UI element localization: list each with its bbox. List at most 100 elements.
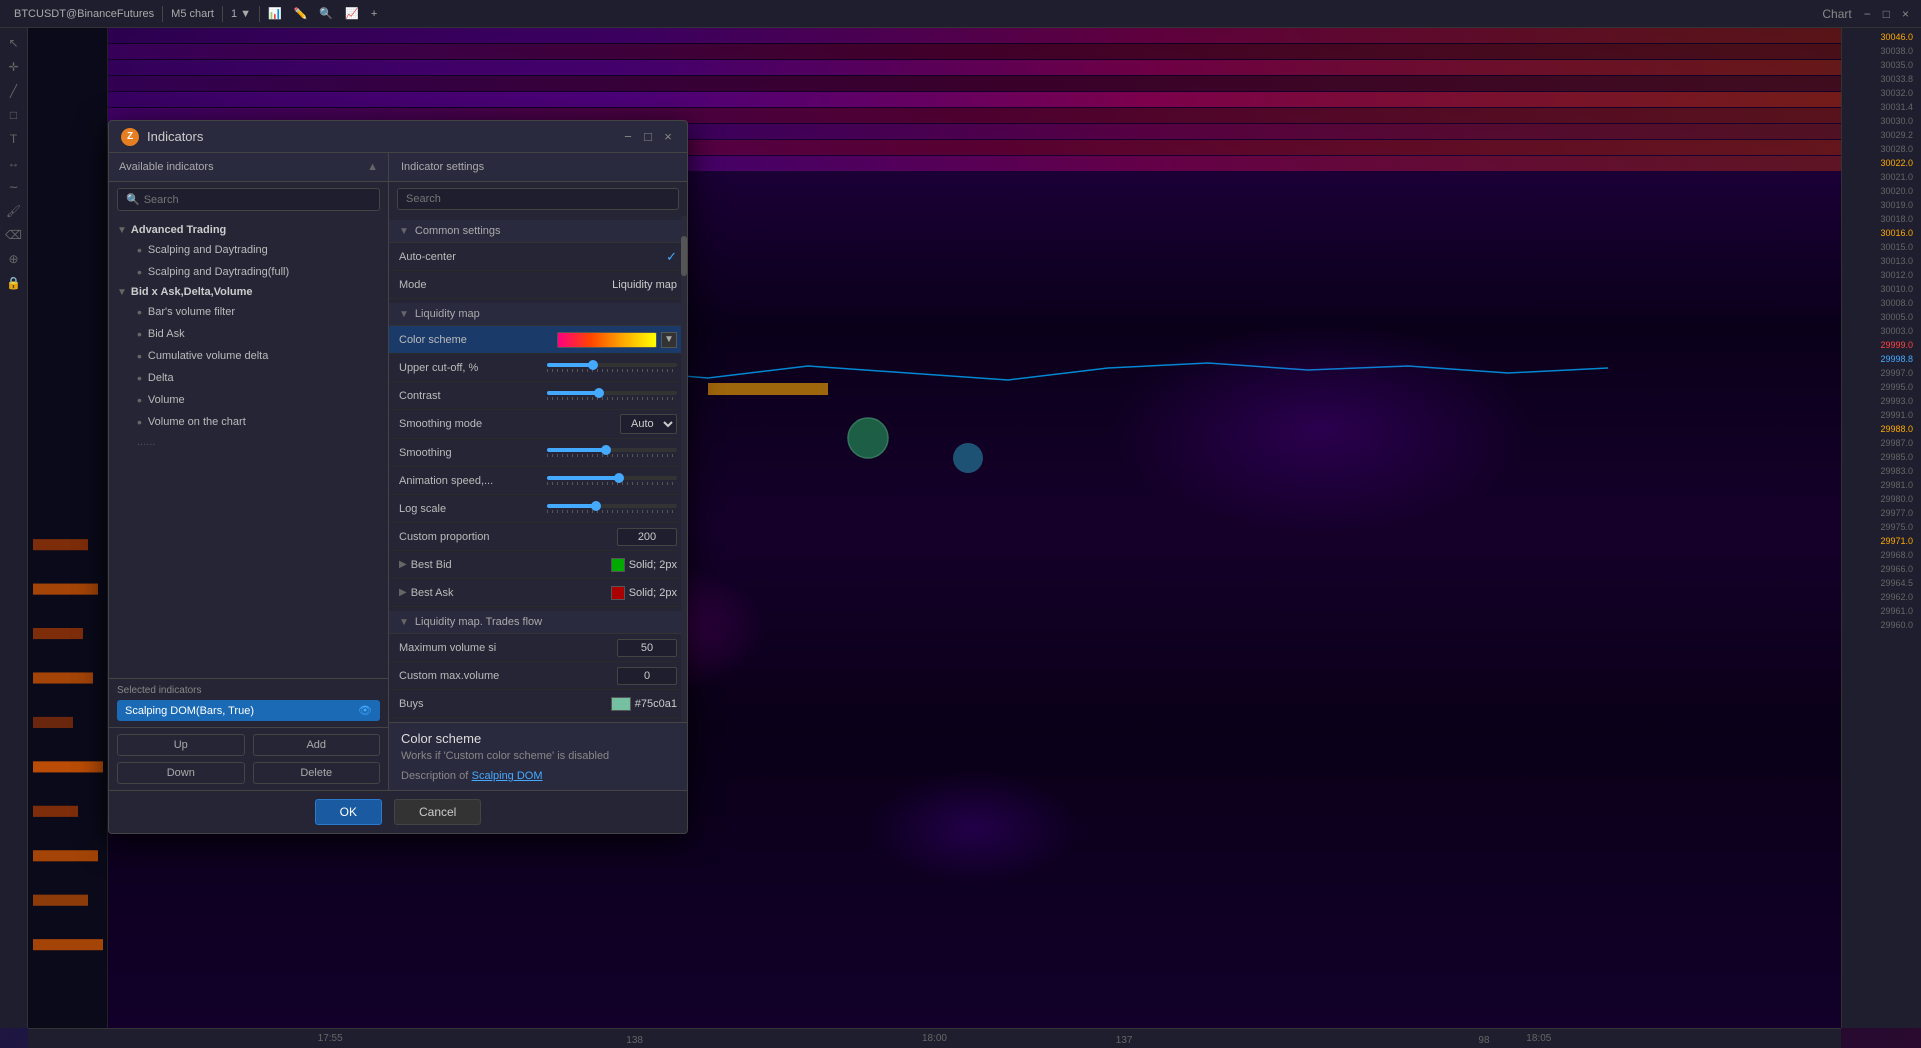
indicator-name: Scalping and Daytrading(full) (148, 266, 289, 278)
log-scale-slider[interactable] (547, 504, 677, 513)
slider-thumb[interactable] (588, 360, 598, 370)
selected-indicators-label: Selected indicators (117, 685, 380, 696)
upper-cutoff-value[interactable] (547, 363, 677, 372)
color-scheme-row[interactable]: Color scheme ▼ (389, 326, 687, 354)
dot-icon: • (137, 264, 142, 280)
indicator-bars-volume-filter[interactable]: • Bar's volume filter (109, 301, 388, 323)
text-tool-icon[interactable]: T (3, 128, 25, 150)
timeframe-label[interactable]: M5 chart (165, 6, 220, 22)
add-button[interactable]: Add (253, 734, 381, 756)
animation-speed-slider[interactable] (547, 476, 677, 485)
add-btn[interactable]: + (365, 6, 383, 22)
smoothing-mode-value[interactable]: Auto (547, 414, 677, 434)
smoothing-value[interactable] (547, 448, 677, 457)
max-volume-value[interactable] (547, 639, 677, 657)
draw-btn[interactable]: ✏️ (288, 5, 314, 22)
slider-dots (547, 454, 677, 457)
cursor-tool-icon[interactable]: ↖ (3, 32, 25, 54)
best-ask-value[interactable]: Solid; 2px (547, 586, 677, 600)
animation-speed-value[interactable] (547, 476, 677, 485)
indicator-scalping-daytrading-full[interactable]: • Scalping and Daytrading(full) (109, 261, 388, 283)
buys-color[interactable] (611, 697, 631, 711)
close-btn[interactable]: × (1898, 5, 1913, 23)
custom-proportion-value[interactable] (547, 528, 677, 546)
indicator-scalping-daytrading[interactable]: • Scalping and Daytrading (109, 239, 388, 261)
indicators-btn[interactable]: 📊 (262, 5, 288, 22)
slider-thumb[interactable] (591, 501, 601, 511)
animation-speed-label: Animation speed,... (399, 475, 547, 487)
crosshair-icon[interactable]: ✛ (3, 56, 25, 78)
rectangle-tool-icon[interactable]: □ (3, 104, 25, 126)
dialog-close-btn[interactable]: × (661, 130, 675, 144)
best-bid-color[interactable] (611, 558, 625, 572)
upper-cutoff-slider[interactable] (547, 363, 677, 372)
best-bid-row[interactable]: ▶ Best Bid Solid; 2px (389, 551, 687, 579)
color-dropdown-btn[interactable]: ▼ (661, 332, 677, 348)
lock-tool-icon[interactable]: 🔒 (3, 272, 25, 294)
smoothing-slider[interactable] (547, 448, 677, 457)
best-bid-value[interactable]: Solid; 2px (547, 558, 677, 572)
settings-search-input[interactable] (397, 188, 679, 210)
cancel-button[interactable]: Cancel (394, 799, 481, 825)
minimize-btn[interactable]: − (1860, 5, 1875, 23)
indicator-delta[interactable]: • Delta (109, 367, 388, 389)
indicator-cumulative-volume-delta[interactable]: • Cumulative volume delta (109, 345, 388, 367)
custom-max-volume-input[interactable] (617, 667, 677, 685)
animation-speed-row: Animation speed,... (389, 467, 687, 495)
scalping-dom-link[interactable]: Scalping DOM (472, 770, 543, 782)
up-button[interactable]: Up (117, 734, 245, 756)
price-level: 30032.0 (1846, 86, 1917, 99)
ok-button[interactable]: OK (315, 799, 382, 825)
slider-thumb[interactable] (614, 473, 624, 483)
category-bid-ask-delta-volume[interactable]: ▼ Bid x Ask,Delta,Volume (109, 283, 388, 301)
contrast-value[interactable] (547, 391, 677, 400)
line-tool-icon[interactable]: ╱ (3, 80, 25, 102)
best-ask-expand[interactable]: ▶ Best Ask (399, 587, 547, 599)
dialog-maximize-btn[interactable]: □ (641, 130, 655, 144)
common-settings-header[interactable]: ▼ Common settings (389, 220, 687, 243)
slider-thumb[interactable] (601, 445, 611, 455)
chart-type-btn[interactable]: 1 ▼ (225, 6, 257, 22)
trades-flow-header[interactable]: ▼ Liquidity map. Trades flow (389, 611, 687, 634)
brush-tool-icon[interactable]: 🖌 (3, 200, 25, 222)
slider-thumb[interactable] (594, 388, 604, 398)
indicator-bid-ask[interactable]: • Bid Ask (109, 323, 388, 345)
measure-tool-icon[interactable]: ↔ (3, 152, 25, 174)
custom-max-volume-value[interactable] (547, 667, 677, 685)
indicator-volume[interactable]: • Volume (109, 389, 388, 411)
category-advanced-trading[interactable]: ▼ Advanced Trading (109, 221, 388, 239)
settings-scroll-area[interactable]: ▼ Common settings Auto-center ✓ Mode Liq… (389, 216, 687, 722)
best-bid-expand[interactable]: ▶ Best Bid (399, 559, 547, 571)
dialog-minimize-btn[interactable]: − (621, 130, 635, 144)
fibonacci-tool-icon[interactable]: ∼ (3, 176, 25, 198)
liquidity-map-header[interactable]: ▼ Liquidity map (389, 303, 687, 326)
down-button[interactable]: Down (117, 762, 245, 784)
zoom-btn[interactable]: 🔍 (313, 5, 339, 22)
best-ask-color[interactable] (611, 586, 625, 600)
color-scheme-value[interactable]: ▼ (547, 332, 677, 348)
best-ask-row[interactable]: ▶ Best Ask Solid; 2px (389, 579, 687, 607)
magnet-tool-icon[interactable]: ⊕ (3, 248, 25, 270)
indicator-volume-on-chart[interactable]: • Volume on the chart (109, 411, 388, 433)
left-search-input[interactable] (144, 194, 371, 206)
scroll-thumb[interactable] (681, 236, 687, 276)
selected-indicator-item[interactable]: Scalping DOM(Bars, True) 👁 (117, 700, 380, 721)
smoothing-mode-select[interactable]: Auto (620, 414, 677, 434)
symbol-label[interactable]: BTCUSDT@BinanceFutures (8, 6, 160, 22)
left-panel: Available indicators ▲ 🔍 ▼ Advanced Trad… (109, 153, 389, 790)
max-volume-input[interactable] (617, 639, 677, 657)
price-level-ask: 29999.0 (1846, 338, 1917, 351)
eraser-tool-icon[interactable]: ⌫ (3, 224, 25, 246)
delete-button[interactable]: Delete (253, 762, 381, 784)
log-scale-value[interactable] (547, 504, 677, 513)
scroll-up-icon[interactable]: ▲ (367, 161, 378, 173)
chart-style-btn[interactable]: 📈 (339, 5, 365, 22)
left-search-box[interactable]: 🔍 (117, 188, 380, 211)
color-gradient-bar[interactable] (557, 332, 657, 348)
contrast-slider[interactable] (547, 391, 677, 400)
auto-center-value[interactable]: ✓ (547, 249, 677, 265)
custom-proportion-input[interactable] (617, 528, 677, 546)
buys-value[interactable]: #75c0a1 (547, 697, 677, 711)
maximize-btn[interactable]: □ (1879, 5, 1894, 23)
visibility-toggle-icon[interactable]: 👁 (358, 704, 372, 717)
